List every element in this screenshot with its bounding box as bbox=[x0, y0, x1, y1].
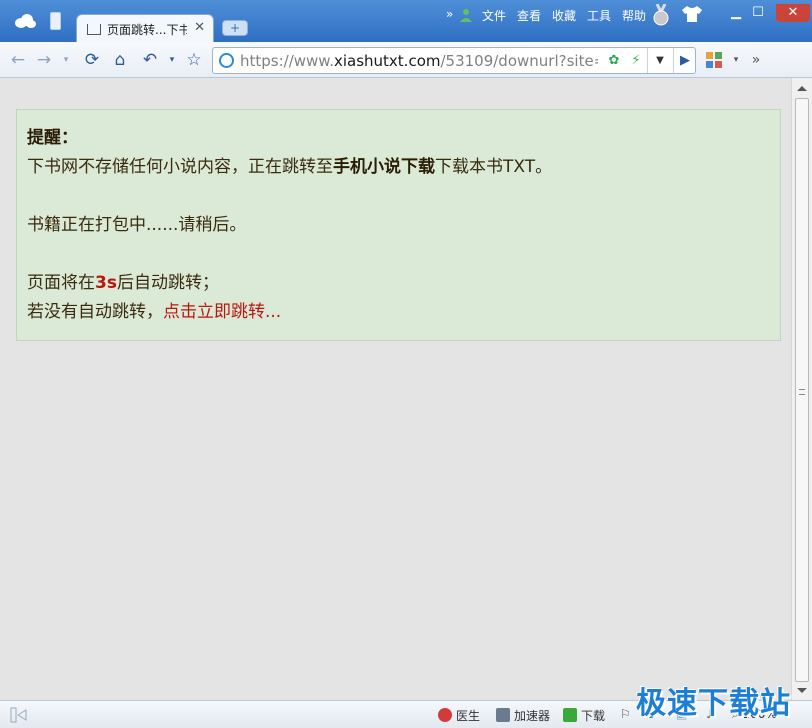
close-window-button[interactable]: ✕ bbox=[776, 4, 810, 22]
refresh-icon[interactable]: ⟳ bbox=[82, 50, 102, 70]
go-icon[interactable]: ▶ bbox=[676, 53, 694, 69]
download-button[interactable]: 下载 bbox=[563, 707, 605, 724]
navigation-bar: ← → ▾ ⟳ ⌂ ↶ ▾ ☆ https://www.xiashutxt.co… bbox=[0, 42, 812, 78]
scroll-down-icon[interactable] bbox=[797, 688, 807, 693]
close-tab-icon[interactable]: ✕ bbox=[194, 20, 205, 35]
notice-line-packing: 书籍正在打包中......请稍后。 bbox=[27, 215, 247, 235]
medal-icon[interactable] bbox=[652, 4, 670, 26]
redirect-now-link[interactable]: 点击立即跳转... bbox=[163, 302, 281, 322]
maximize-button[interactable]: ☐ bbox=[744, 4, 772, 22]
person-icon[interactable] bbox=[459, 8, 473, 22]
cloud-icon[interactable] bbox=[14, 14, 36, 28]
download-arrow-icon bbox=[563, 708, 577, 722]
menu-tools[interactable]: 工具 bbox=[587, 7, 611, 24]
accelerator-button[interactable]: 加速器 bbox=[496, 707, 550, 724]
notice-line-store: 下书网不存储任何小说内容，正在跳转至手机小说下载下载本书TXT。 bbox=[27, 157, 553, 177]
title-bar: 页面跳转...下书 ✕ + » 文件 查看 收藏 工具 帮助 ▁ ☐ ✕ bbox=[0, 0, 812, 42]
site-security-icon bbox=[219, 53, 234, 68]
notice-heading: 提醒： bbox=[27, 128, 78, 148]
sidebar-toggle-icon[interactable] bbox=[10, 707, 28, 723]
menu-file[interactable]: 文件 bbox=[482, 7, 506, 24]
book-icon bbox=[87, 24, 101, 35]
mobile-download-label: 手机小说下载 bbox=[333, 157, 435, 177]
tab-active[interactable]: 页面跳转...下书 ✕ bbox=[76, 14, 214, 42]
url-dropdown-icon[interactable]: ▼ bbox=[651, 53, 669, 69]
redirect-notice: 提醒： 下书网不存储任何小说内容，正在跳转至手机小说下载下载本书TXT。 书籍正… bbox=[16, 109, 781, 341]
tab-title: 页面跳转...下书 bbox=[107, 23, 187, 37]
speed-mode-icon[interactable]: ⚡ bbox=[627, 53, 645, 69]
undo-icon[interactable]: ↶ bbox=[140, 50, 160, 70]
scroll-thumb[interactable] bbox=[795, 98, 809, 682]
apps-dropdown-icon[interactable]: ▾ bbox=[726, 50, 746, 70]
favorite-star-icon[interactable]: ☆ bbox=[184, 50, 204, 70]
undo-dropdown-icon[interactable]: ▾ bbox=[162, 50, 182, 70]
skin-icon[interactable] bbox=[682, 6, 702, 22]
scroll-up-icon[interactable] bbox=[797, 86, 807, 91]
page-content: 提醒： 下书网不存储任何小说内容，正在跳转至手机小说下载下载本书TXT。 书籍正… bbox=[0, 78, 791, 700]
menu-favorites[interactable]: 收藏 bbox=[552, 7, 576, 24]
forward-icon[interactable]: → bbox=[34, 50, 54, 70]
flag-icon[interactable]: ⚐ bbox=[620, 707, 631, 721]
home-icon[interactable]: ⌂ bbox=[110, 50, 130, 70]
doctor-icon bbox=[438, 708, 452, 722]
menu-overflow-icon[interactable]: » bbox=[446, 7, 453, 21]
vertical-scrollbar[interactable] bbox=[791, 78, 812, 700]
rocket-icon bbox=[496, 708, 510, 722]
address-bar[interactable]: https://www.xiashutxt.com/53109/downurl?… bbox=[212, 47, 696, 74]
back-icon[interactable]: ← bbox=[8, 50, 28, 70]
phone-icon[interactable] bbox=[50, 12, 61, 30]
compat-mode-icon[interactable]: ✿ bbox=[605, 53, 623, 69]
address-url[interactable]: https://www.xiashutxt.com/53109/downurl?… bbox=[240, 52, 598, 70]
watermark-logo: 极速下载站 bbox=[636, 686, 791, 721]
notice-line-countdown: 页面将在3s后自动跳转； bbox=[27, 273, 219, 293]
new-tab-button[interactable]: + bbox=[222, 20, 248, 36]
menu-help[interactable]: 帮助 bbox=[622, 7, 646, 24]
history-dropdown-icon[interactable]: ▾ bbox=[56, 50, 76, 70]
menu-view[interactable]: 查看 bbox=[517, 7, 541, 24]
countdown-value: 3s bbox=[95, 273, 117, 293]
apps-icon[interactable] bbox=[706, 52, 722, 68]
toolbar-overflow-icon[interactable]: » bbox=[746, 50, 766, 70]
doctor-button[interactable]: 医生 bbox=[438, 707, 480, 724]
notice-line-manual: 若没有自动跳转，点击立即跳转... bbox=[27, 302, 282, 322]
